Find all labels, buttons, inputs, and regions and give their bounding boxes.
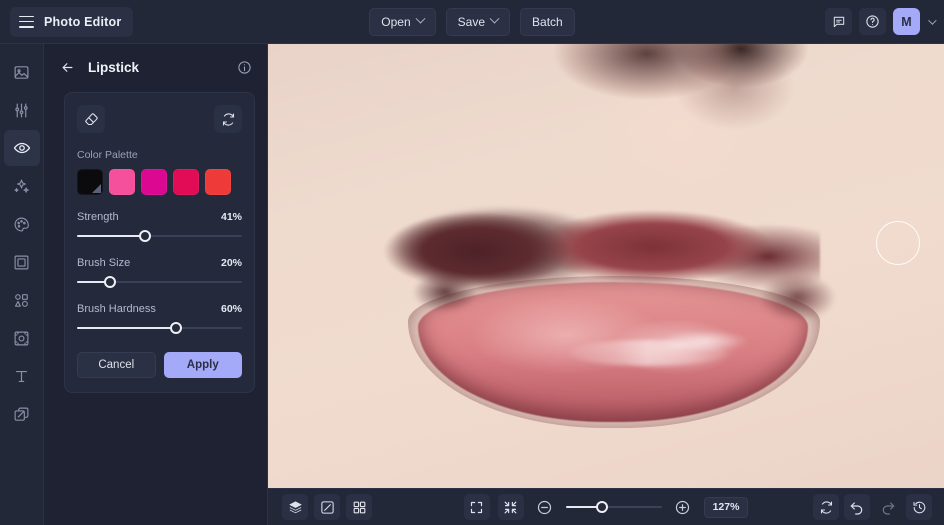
color-swatch-2[interactable] bbox=[141, 169, 167, 195]
sidebar-item-shapes[interactable] bbox=[4, 282, 40, 318]
eraser-icon[interactable] bbox=[77, 105, 105, 133]
grid-view-icon[interactable] bbox=[346, 494, 372, 520]
compare-split-icon[interactable] bbox=[314, 494, 340, 520]
sidebar-item-layers[interactable] bbox=[4, 396, 40, 432]
color-swatch-4[interactable] bbox=[205, 169, 231, 195]
header-right-group: M bbox=[825, 8, 934, 35]
page-title: Lipstick bbox=[88, 60, 233, 75]
color-swatch-0[interactable] bbox=[77, 169, 103, 195]
chevron-down-icon[interactable] bbox=[928, 16, 936, 24]
apply-button[interactable]: Apply bbox=[164, 352, 243, 378]
color-swatch-1[interactable] bbox=[109, 169, 135, 195]
lip-gloss-highlight-2 bbox=[660, 330, 750, 352]
slider-strength-thumb[interactable] bbox=[139, 230, 151, 242]
slider-track-fill bbox=[77, 327, 176, 329]
batch-button-label: Batch bbox=[532, 15, 563, 29]
app-header: Photo Editor Open Save Batch bbox=[0, 0, 944, 44]
slider-brush-size-label: Brush Size bbox=[77, 257, 130, 269]
reset-icon[interactable] bbox=[214, 105, 242, 133]
brush-cursor[interactable] bbox=[876, 221, 920, 265]
undo-icon[interactable] bbox=[844, 494, 870, 520]
sidebar-item-transform[interactable] bbox=[4, 320, 40, 356]
save-button-label: Save bbox=[458, 15, 485, 29]
arrow-left-icon[interactable] bbox=[54, 54, 80, 80]
bottom-toolbar: 127% bbox=[268, 488, 944, 525]
avatar[interactable]: M bbox=[893, 8, 920, 35]
slider-brush-size-thumb[interactable] bbox=[104, 276, 116, 288]
fullscreen-exit-icon[interactable] bbox=[498, 494, 524, 520]
slider-strength-label: Strength bbox=[77, 211, 119, 223]
lipstick-tool-card: Color Palette Strength 41% bbox=[64, 92, 255, 393]
color-palette-label: Color Palette bbox=[77, 149, 242, 161]
card-tool-row bbox=[77, 105, 242, 133]
sidebar-item-text[interactable] bbox=[4, 358, 40, 394]
fit-screen-icon[interactable] bbox=[464, 494, 490, 520]
tool-panel: Lipstick bbox=[44, 44, 268, 525]
open-button[interactable]: Open bbox=[369, 8, 435, 36]
card-action-row: Cancel Apply bbox=[77, 352, 242, 378]
slider-brush-size-track[interactable] bbox=[77, 276, 242, 288]
zoom-out-icon[interactable] bbox=[532, 494, 558, 520]
sidebar-item-color-palette[interactable] bbox=[4, 206, 40, 242]
slider-brush-hardness-value: 60% bbox=[221, 303, 242, 315]
open-button-label: Open bbox=[381, 15, 410, 29]
layers-icon[interactable] bbox=[282, 494, 308, 520]
slider-brush-size: Brush Size 20% bbox=[77, 257, 242, 288]
bottom-left-group bbox=[282, 494, 372, 520]
batch-button[interactable]: Batch bbox=[520, 8, 575, 36]
bottom-right-group bbox=[813, 494, 932, 520]
slider-brush-hardness: Brush Hardness 60% bbox=[77, 303, 242, 334]
sidebar-item-effects[interactable] bbox=[4, 168, 40, 204]
slider-strength: Strength 41% bbox=[77, 211, 242, 242]
lip-corner-left bbox=[400, 262, 490, 322]
app-title: Photo Editor bbox=[44, 15, 121, 29]
sidebar-item-adjustments[interactable] bbox=[4, 92, 40, 128]
tool-rail bbox=[0, 44, 44, 525]
brand-menu-button[interactable]: Photo Editor bbox=[10, 7, 133, 37]
photo-editor-app: Photo Editor Open Save Batch bbox=[0, 0, 944, 525]
chevron-down-icon bbox=[415, 14, 425, 24]
panel-header: Lipstick bbox=[44, 44, 267, 90]
slider-brush-size-value: 20% bbox=[221, 257, 242, 269]
image-canvas[interactable] bbox=[268, 44, 944, 525]
lip-corner-right bbox=[748, 266, 858, 336]
redo-icon[interactable] bbox=[875, 494, 901, 520]
slider-brush-hardness-label: Brush Hardness bbox=[77, 303, 156, 315]
slider-strength-value: 41% bbox=[221, 211, 242, 223]
comment-icon[interactable] bbox=[825, 8, 852, 35]
chevron-down-icon bbox=[490, 14, 500, 24]
sidebar-item-image[interactable] bbox=[4, 54, 40, 90]
sidebar-item-retouch[interactable] bbox=[4, 130, 40, 166]
save-button[interactable]: Save bbox=[446, 8, 510, 36]
header-actions: Open Save Batch bbox=[0, 8, 944, 36]
zoom-slider-thumb[interactable] bbox=[596, 501, 608, 513]
slider-brush-hardness-thumb[interactable] bbox=[170, 322, 182, 334]
slider-track-fill bbox=[77, 235, 145, 237]
zoom-slider[interactable] bbox=[566, 500, 662, 514]
cancel-button[interactable]: Cancel bbox=[77, 352, 156, 378]
color-swatch-list bbox=[77, 169, 242, 195]
help-icon[interactable] bbox=[859, 8, 886, 35]
slider-strength-track[interactable] bbox=[77, 230, 242, 242]
slider-brush-hardness-track[interactable] bbox=[77, 322, 242, 334]
history-icon[interactable] bbox=[906, 494, 932, 520]
color-swatch-3[interactable] bbox=[173, 169, 199, 195]
sidebar-item-frame[interactable] bbox=[4, 244, 40, 280]
info-icon[interactable] bbox=[233, 56, 255, 78]
reset-view-icon[interactable] bbox=[813, 494, 839, 520]
hamburger-icon[interactable] bbox=[19, 16, 34, 28]
zoom-in-icon[interactable] bbox=[670, 494, 696, 520]
zoom-level-value[interactable]: 127% bbox=[704, 497, 749, 518]
